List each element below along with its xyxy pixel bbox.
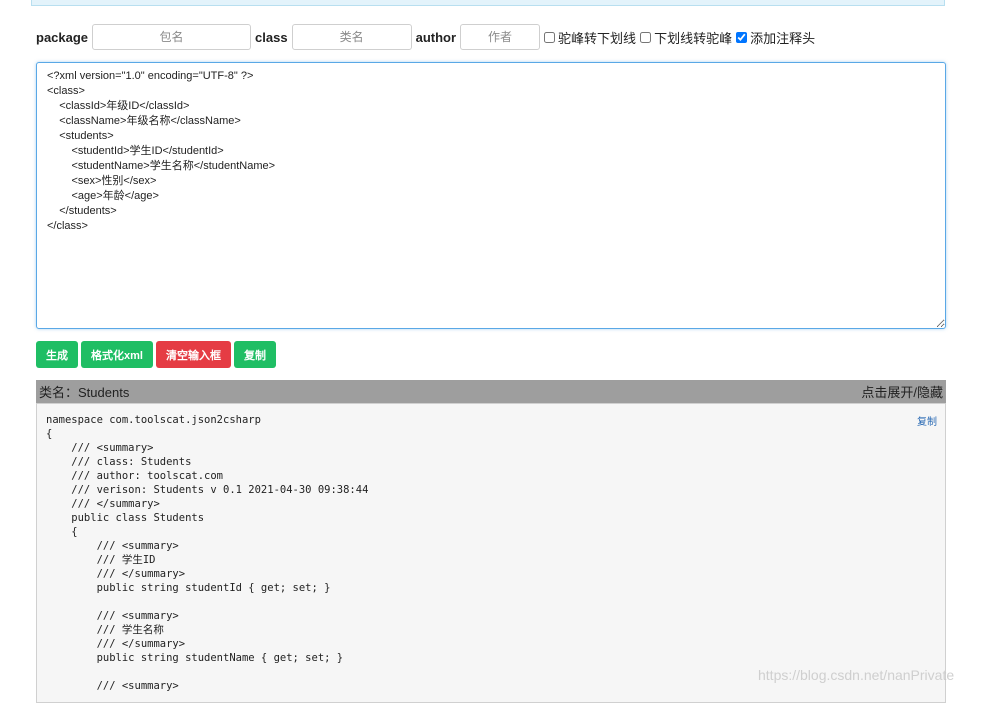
underscore-to-camel-checkbox[interactable] xyxy=(640,31,652,43)
package-label: package xyxy=(36,29,89,45)
generated-code-panel: namespace com.toolscat.json2csharp { ///… xyxy=(36,403,946,703)
xml-input-editor[interactable]: <?xml version="1.0" encoding="UTF-8" ?> … xyxy=(36,62,946,329)
clear-input-button[interactable]: 清空输入框 xyxy=(155,341,231,368)
underscore-to-camel-option[interactable]: 下划线转驼峰 xyxy=(640,28,732,47)
author-label: author xyxy=(415,29,457,45)
options-row: package class author 驼峰转下划线 下划线转驼峰 添加注释头 xyxy=(36,24,819,50)
class-name-input[interactable] xyxy=(291,24,412,50)
author-input[interactable] xyxy=(460,24,541,50)
add-comment-header-option[interactable]: 添加注释头 xyxy=(736,28,815,47)
watermark: https://blog.csdn.net/nanPrivate xyxy=(758,667,955,683)
camel-to-underscore-checkbox[interactable] xyxy=(544,31,556,43)
top-info-banner xyxy=(31,0,945,6)
package-input[interactable] xyxy=(92,24,252,50)
camel-to-underscore-option[interactable]: 驼峰转下划线 xyxy=(544,28,636,47)
generate-button[interactable]: 生成 xyxy=(36,341,78,368)
result-header-bar[interactable]: 类名：Students 点击展开/隐藏 xyxy=(36,380,946,403)
add-comment-header-label: 添加注释头 xyxy=(750,30,816,46)
format-xml-button[interactable]: 格式化xml xyxy=(81,341,153,368)
underscore-to-camel-label: 下划线转驼峰 xyxy=(654,30,733,46)
copy-button[interactable]: 复制 xyxy=(233,341,276,368)
expand-collapse-toggle[interactable]: 点击展开/隐藏 xyxy=(861,382,943,401)
result-class-name: 类名：Students xyxy=(39,385,130,400)
add-comment-header-checkbox[interactable] xyxy=(736,31,748,43)
action-buttons: 生成 格式化xml 清空输入框 复制 xyxy=(36,341,279,368)
camel-to-underscore-label: 驼峰转下划线 xyxy=(558,30,637,46)
copy-code-link[interactable]: 复制 xyxy=(917,413,937,428)
class-label: class xyxy=(255,29,288,45)
generated-code: namespace com.toolscat.json2csharp { ///… xyxy=(46,414,369,692)
